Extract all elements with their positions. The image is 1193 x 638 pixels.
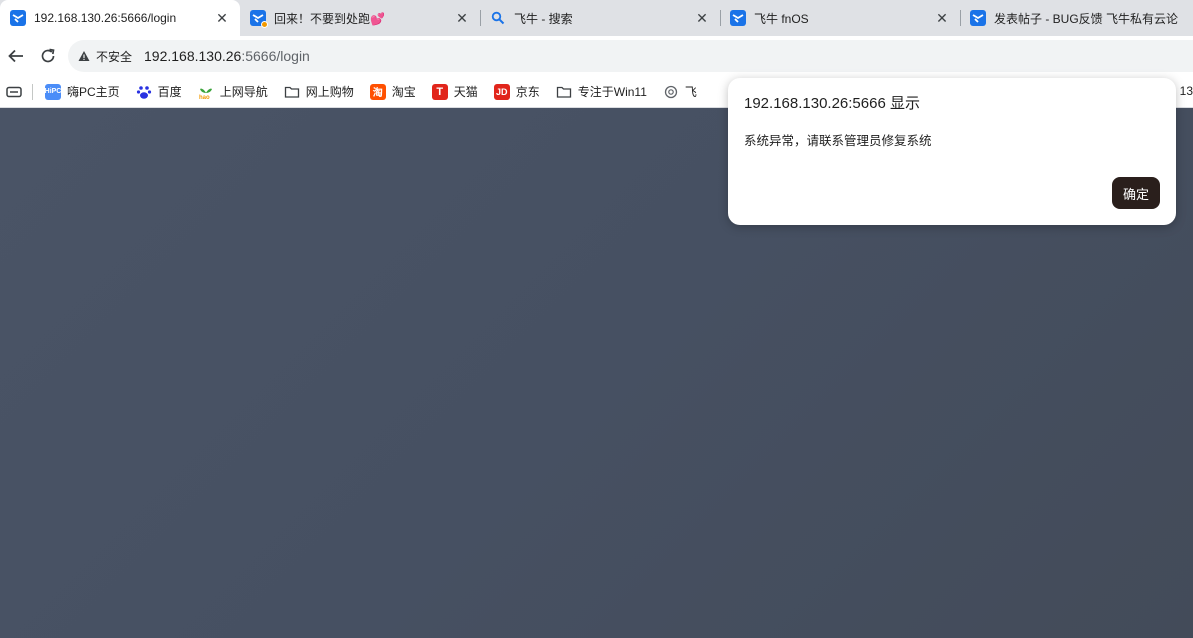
fnos-logo-icon	[10, 10, 26, 26]
notification-dot-icon	[261, 21, 268, 28]
tab-come-back[interactable]: 回来！不要到处跑💕 ✕	[240, 0, 480, 36]
tab-strip: 192.168.130.26:5666/login ✕ 回来！不要到处跑💕 ✕ …	[0, 0, 1193, 36]
folder-icon	[556, 84, 572, 100]
reload-button[interactable]	[32, 40, 64, 72]
folder-icon	[284, 84, 300, 100]
url-path: :5666/login	[241, 48, 310, 64]
search-icon	[490, 10, 506, 26]
not-secure-chip[interactable]: 不安全	[78, 48, 132, 65]
tmall-icon: T	[431, 83, 448, 100]
taobao-icon: 淘	[369, 83, 386, 100]
close-icon[interactable]: ✕	[214, 10, 230, 26]
bookmark-tmall[interactable]: T 天猫	[424, 80, 486, 104]
fnos-logo-icon	[730, 10, 746, 26]
tab-group-icon	[6, 86, 22, 97]
chatgpt-icon	[663, 84, 679, 100]
bookmark-jd[interactable]: JD 京东	[486, 80, 548, 104]
tab-search[interactable]: 飞牛 - 搜索 ✕	[480, 0, 720, 36]
alert-dialog: 192.168.130.26:5666 显示 系统异常，请联系管理员修复系统 确…	[728, 78, 1176, 225]
dialog-title: 192.168.130.26:5666 显示	[744, 95, 920, 112]
ok-button[interactable]: 确定	[1112, 177, 1160, 209]
baidu-icon	[136, 84, 152, 100]
bookmark-hao[interactable]: hao 上网导航	[190, 80, 276, 104]
arrow-left-icon	[8, 49, 23, 63]
url-host: 192.168.130.26	[144, 48, 242, 64]
bookmark-label: 天猫	[453, 85, 478, 99]
close-icon[interactable]: ✕	[694, 10, 710, 26]
bookmark-label: 淘宝	[391, 85, 416, 99]
jd-icon: JD	[493, 83, 510, 100]
reload-icon	[41, 48, 55, 63]
fnos-logo-icon	[250, 10, 268, 28]
hao-icon: hao	[198, 84, 214, 100]
bookmark-label: 专注于Win11	[577, 85, 647, 99]
close-icon[interactable]: ✕	[934, 10, 950, 26]
bookmark-folder-win11[interactable]: 专注于Win11	[548, 80, 655, 104]
tab-login[interactable]: 192.168.130.26:5666/login ✕	[0, 0, 240, 36]
svg-text:hao: hao	[199, 95, 210, 100]
bookmark-taobao[interactable]: 淘 淘宝	[362, 80, 424, 104]
tab-title: 发表帖子 - BUG反馈 飞牛私有云论	[994, 11, 1179, 26]
divider	[32, 83, 33, 100]
back-button[interactable]	[0, 40, 32, 72]
bookmark-label: 网上购物	[305, 85, 354, 99]
bookmark-label: 飞	[684, 85, 697, 99]
tab-fnos[interactable]: 飞牛 fnOS ✕	[720, 0, 960, 36]
tab-title: 飞牛 - 搜索	[514, 11, 573, 26]
bookmark-overflow-label[interactable]: 13	[1180, 84, 1193, 98]
browser-toolbar: 不安全 192.168.130.26:5666/login	[0, 36, 1193, 76]
fnos-logo-icon	[970, 10, 986, 26]
address-bar[interactable]: 不安全 192.168.130.26:5666/login	[68, 40, 1193, 72]
warning-icon	[78, 51, 90, 61]
hipc-icon: HiPC	[45, 83, 61, 100]
tab-search-button[interactable]	[0, 80, 28, 104]
tab-title: 回来！不要到处跑💕	[274, 11, 385, 26]
close-icon[interactable]: ✕	[454, 10, 470, 26]
bookmark-label: 京东	[515, 85, 540, 99]
dialog-message: 系统异常，请联系管理员修复系统	[744, 134, 932, 148]
bookmark-hipc[interactable]: HiPC 嗨PC主页	[37, 80, 128, 104]
bookmark-fei[interactable]: 飞	[655, 80, 705, 104]
tab-title: 飞牛 fnOS	[754, 11, 809, 26]
bookmark-label: 嗨PC主页	[67, 85, 120, 99]
tab-post[interactable]: 发表帖子 - BUG反馈 飞牛私有云论	[960, 0, 1193, 36]
security-label: 不安全	[96, 49, 133, 64]
bookmark-baidu[interactable]: 百度	[128, 80, 190, 104]
tab-title: 192.168.130.26:5666/login	[34, 11, 177, 25]
bookmark-label: 上网导航	[219, 85, 268, 99]
bookmark-label: 百度	[157, 85, 182, 99]
bookmark-folder-shopping[interactable]: 网上购物	[276, 80, 362, 104]
url-text: 192.168.130.26:5666/login	[144, 48, 310, 64]
